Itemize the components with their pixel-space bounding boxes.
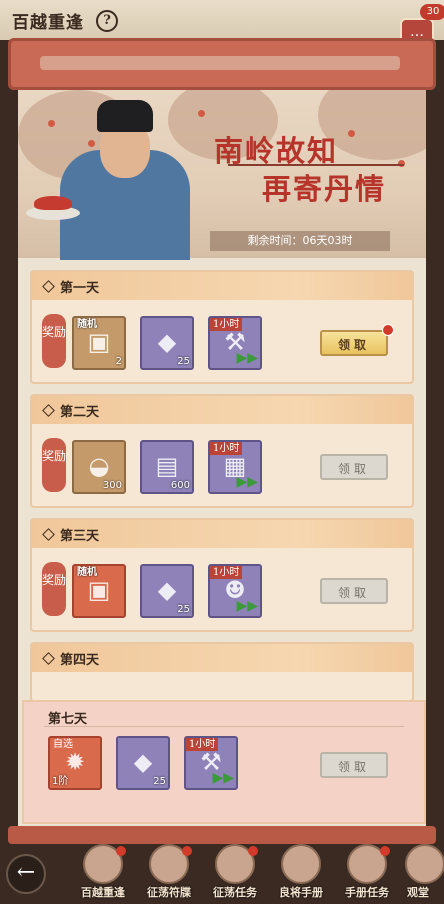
notification-dot	[116, 846, 126, 856]
item-tag: 随机	[77, 567, 97, 578]
stone-icon: ◆	[157, 328, 177, 356]
reward-item-ingot[interactable]: ◒ 300	[72, 440, 126, 494]
item-count: 1阶	[52, 776, 69, 787]
notification-dot	[248, 846, 258, 856]
remaining-time: 剩余时间：06天03时	[210, 231, 390, 251]
notification-dot	[382, 324, 394, 336]
stone-icon: ◆	[157, 576, 177, 604]
speedup-arrow-icon: ▶▶	[212, 770, 234, 786]
claim-button[interactable]: 领取	[320, 330, 388, 356]
reward-item-stone[interactable]: ◆ 25	[116, 736, 170, 790]
reward-item-chest[interactable]: ▣ 随机 2	[72, 316, 126, 370]
reward-tag: 奖励	[42, 562, 66, 616]
nav-item-pass[interactable]: 征荡符牒	[136, 844, 202, 904]
banner-headline-2: 再寄丹情	[262, 172, 387, 206]
speedup-arrow-icon: ▶▶	[236, 474, 258, 490]
day-card-2: 第二天 奖励 ◒ 300 ▤ 600 ▦ 1小时 ▶▶ 领取	[30, 394, 414, 508]
item-count: 600	[170, 480, 190, 491]
reward-item-speedup[interactable]: ☻ 1小时 ▶▶	[208, 564, 262, 618]
claim-button[interactable]: 领取	[320, 752, 388, 778]
item-tag: 1小时	[210, 566, 243, 579]
event-title: 百越重逢	[12, 13, 84, 33]
reward-item-stone[interactable]: ◆ 25	[140, 316, 194, 370]
claim-button[interactable]: 领取	[320, 454, 388, 480]
nav-label: 征荡任务	[213, 886, 257, 899]
day-card-1: 第一天 奖励 ▣ 随机 2 ◆ 25 ⚒ 1小时 ▶▶ 领取	[30, 270, 414, 384]
speedup-arrow-icon: ▶▶	[236, 350, 258, 366]
day-card-header: 第四天	[32, 644, 412, 672]
day-card-header: 第二天	[32, 396, 412, 424]
speedup-arrow-icon: ▶▶	[236, 598, 258, 614]
lychee-icon	[48, 120, 55, 127]
nav-item-manual-task[interactable]: 手册任务	[334, 844, 400, 904]
nav-item-event[interactable]: 百越重逢	[70, 844, 136, 904]
claim-button[interactable]: 领取	[320, 578, 388, 604]
manual-icon	[281, 844, 321, 884]
book-icon: ▤	[155, 452, 179, 480]
reward-item-stone[interactable]: ◆ 25	[140, 564, 194, 618]
lychee-icon	[88, 140, 95, 147]
notification-dot	[380, 846, 390, 856]
day-card-header: 第一天	[32, 272, 412, 300]
gold-ingot-icon: ◒	[88, 452, 110, 480]
item-tag: 自选	[53, 739, 73, 750]
day-label: 第四天	[60, 653, 100, 668]
reward-item-speedup[interactable]: ▦ 1小时 ▶▶	[208, 440, 262, 494]
notification-dot	[182, 846, 192, 856]
item-tag: 随机	[77, 319, 97, 330]
back-arrow-icon[interactable]: ←	[6, 854, 46, 894]
day-card-3: 第三天 奖励 ▣ 随机 ◆ 25 ☻ 1小时 ▶▶ 领取	[30, 518, 414, 632]
nav-label: 良将手册	[279, 886, 323, 899]
reward-item-chest[interactable]: ▣ 随机	[72, 564, 126, 618]
chat-badge: 30	[420, 4, 444, 20]
scroll-roller-inner	[40, 56, 400, 70]
lychee-plate-icon	[34, 196, 72, 210]
item-count: 2	[115, 356, 122, 367]
day-label: 第一天	[60, 281, 100, 296]
item-count: 25	[153, 776, 166, 787]
item-tag: 1小时	[210, 318, 243, 331]
reward-item-gem[interactable]: ✹ 自选 1阶	[48, 736, 102, 790]
item-tag: 1小时	[186, 738, 219, 751]
reward-tag: 奖励	[42, 438, 66, 492]
reward-item-book[interactable]: ▤ 600	[140, 440, 194, 494]
nav-label: 手册任务	[345, 886, 389, 899]
day-card-4: 第四天	[30, 642, 414, 702]
day-card-header: 第三天	[32, 520, 412, 548]
item-count: 25	[177, 356, 190, 367]
day-label: 第三天	[60, 529, 100, 544]
nav-label: 征荡符牒	[147, 886, 191, 899]
nav-label: 百越重逢	[81, 886, 125, 899]
reward-item-speedup[interactable]: ⚒ 1小时 ▶▶	[184, 736, 238, 790]
item-count: 300	[102, 480, 122, 491]
lychee-icon	[198, 110, 205, 117]
help-icon[interactable]: ?	[96, 10, 118, 32]
reward-tag: 奖励	[42, 314, 66, 368]
item-tag: 1小时	[210, 442, 243, 455]
lychee-icon	[348, 130, 355, 137]
divider	[44, 726, 404, 727]
diamond-icon	[42, 280, 55, 293]
nav-item-hall[interactable]: 观堂	[392, 844, 444, 904]
diamond-icon	[42, 652, 55, 665]
scroll-roller-bottom	[8, 826, 436, 844]
item-count: 25	[177, 604, 190, 615]
nav-label: 观堂	[407, 886, 429, 899]
stone-icon: ◆	[133, 748, 153, 776]
diamond-icon	[42, 528, 55, 541]
diamond-icon	[42, 404, 55, 417]
day-label: 第七天	[48, 712, 88, 727]
chest-icon: ▣	[87, 576, 111, 604]
day-label: 第二天	[60, 405, 100, 420]
hall-icon	[405, 844, 444, 884]
character-hat	[97, 100, 153, 132]
chest-icon: ▣	[87, 328, 111, 356]
nav-item-task[interactable]: 征荡任务	[202, 844, 268, 904]
reward-item-speedup[interactable]: ⚒ 1小时 ▶▶	[208, 316, 262, 370]
nav-item-manual[interactable]: 良将手册	[268, 844, 334, 904]
